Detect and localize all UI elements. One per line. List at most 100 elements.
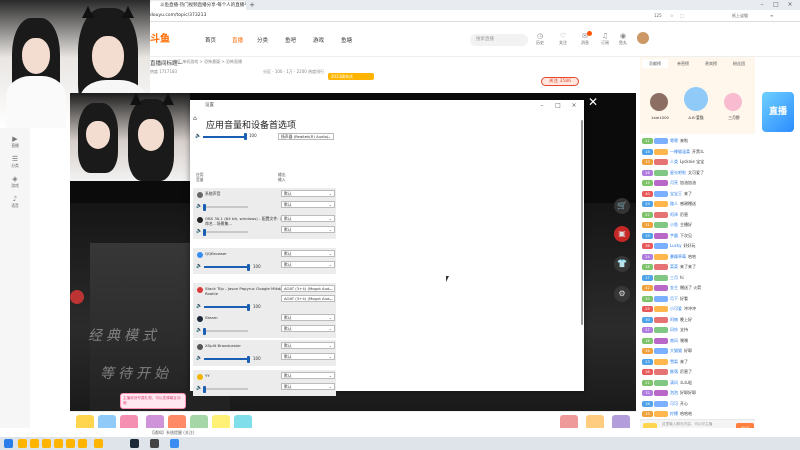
shirt-icon[interactable]: 👕 <box>614 256 630 272</box>
master-volume-thumb[interactable] <box>244 133 247 140</box>
url-field[interactable]: douyu.com/topic/373213 <box>150 12 510 20</box>
taskbar-browser-icon[interactable] <box>170 439 179 448</box>
chat-message[interactable]: 36 Lucky 好好玩 <box>642 241 755 251</box>
bookmark-icon[interactable]: ☆ <box>670 12 674 20</box>
chat-username[interactable]: 宝宝王 <box>670 191 682 196</box>
nav-live[interactable]: 直播 <box>232 36 243 44</box>
chat-username[interactable]: 月下 <box>670 296 678 301</box>
site-logo[interactable]: 斗鱼 <box>150 30 186 45</box>
tab-vip[interactable]: 贵宾榜 <box>698 59 724 68</box>
app-volume-slider[interactable] <box>204 388 248 390</box>
chat-list[interactable]: 21 嗯嗯 来啦 18 一棵猫温柔 开黑么 33 人类 Lycknie 宝宝 26 星光吧啦 太可爱了… <box>640 134 755 419</box>
chat-message[interactable]: 26 星光吧啦 太可爱了 <box>642 168 755 178</box>
app-volume-slider[interactable] <box>204 266 248 268</box>
minimize-window-button[interactable]: – <box>756 0 768 10</box>
app-volume-thumb[interactable] <box>203 228 206 236</box>
rail-item-2[interactable]: ☰ 分类 <box>4 155 26 169</box>
taskbar-app-5-icon[interactable] <box>66 439 75 448</box>
chat-username[interactable]: 星光吧啦 <box>670 170 686 175</box>
chat-message[interactable]: 38 鲸落 厉害了 <box>642 367 755 377</box>
status-notice[interactable]: 【通知】系统提醒 (关注) <box>150 430 194 436</box>
app-volume-thumb[interactable] <box>203 203 206 211</box>
rank-avatar-2[interactable] <box>684 87 708 111</box>
header-history[interactable]: ◷ 历史 <box>532 32 548 46</box>
extensions-icon[interactable]: ⬚ <box>680 12 684 20</box>
app-input-select[interactable]: 默认 ⌄ <box>281 383 335 390</box>
chat-message[interactable]: 33 人类 Lycknie 宝宝 <box>642 157 755 167</box>
nav-fishbar[interactable]: 鱼吧 <box>285 36 296 44</box>
gift-callout[interactable]: 主播收到专属礼物，可以发弹幕互动哦 <box>120 393 186 409</box>
chat-message[interactable]: 18 一棵猫温柔 开黑么 <box>642 147 755 157</box>
chat-message[interactable]: 29 路人 感谢赠送 <box>642 199 755 209</box>
header-fishball[interactable]: ◉ 鱼丸 <box>615 32 631 46</box>
chat-username[interactable]: 芋圆 <box>670 233 678 238</box>
master-output-select[interactable]: 扬声器 (Realtek(R) Audio) ⌄ <box>278 133 334 140</box>
taskbar-app-3-icon[interactable] <box>42 439 51 448</box>
app-input-select[interactable]: 默认 ⌄ <box>281 261 335 268</box>
chat-username[interactable]: 三月 <box>670 275 678 280</box>
chat-username[interactable]: 嗯嗯 <box>670 138 678 143</box>
chat-username[interactable]: 鲸落 <box>670 369 678 374</box>
zoom-level[interactable]: 125 <box>654 12 662 20</box>
chat-message[interactable]: 17 三月 hi <box>642 273 755 283</box>
chat-message[interactable]: 21 清风 么么哒 <box>642 378 755 388</box>
maximize-window-button[interactable]: □ <box>770 0 782 10</box>
app-input-select[interactable]: 默认 ⌄ <box>281 353 335 360</box>
anniversary-tag[interactable]: 2023周年庆 <box>328 73 374 80</box>
chat-username[interactable]: 人类 <box>670 159 678 164</box>
header-subscribe[interactable]: ♫ 订阅 <box>597 32 613 46</box>
app-output-select[interactable]: 默认 ⌄ <box>281 314 335 321</box>
chat-username[interactable]: 可可 <box>670 401 678 406</box>
promo-banner[interactable]: 直播 <box>762 92 794 132</box>
taskbar-app-7-icon[interactable] <box>94 439 103 448</box>
cart-icon[interactable]: 🛒 <box>614 198 630 214</box>
chat-username[interactable]: 月亮 <box>670 180 678 185</box>
app-output-select[interactable]: 默认 ⌄ <box>281 250 335 257</box>
app-input-select[interactable]: 默认 ⌄ <box>281 201 335 208</box>
gear-icon[interactable]: ⚙ <box>614 286 630 302</box>
chat-message[interactable]: 42 金主 赠送了 火箭 <box>642 283 755 293</box>
app-volume-thumb[interactable] <box>247 263 250 271</box>
chat-username[interactable]: 柠檬 <box>670 411 678 416</box>
taskbar-app-6-icon[interactable] <box>78 439 87 448</box>
app-input-select[interactable]: 默认 ⌄ <box>281 325 335 332</box>
chat-username[interactable]: 路人 <box>670 201 678 206</box>
rail-item-3[interactable]: ◈ 游戏 <box>4 175 26 189</box>
app-output-select[interactable]: 默认 ⌄ <box>281 342 335 349</box>
chat-username[interactable]: 南风 <box>670 338 678 343</box>
app-volume-slider[interactable] <box>204 306 248 308</box>
rail-item-1[interactable]: ▶ 直播 <box>4 135 26 149</box>
app-input-select[interactable]: 默认 ⌄ <box>281 226 335 233</box>
nav-home[interactable]: 首页 <box>205 36 216 44</box>
browser-tab[interactable]: 斗鱼直播-热门视频直播分享-每个人的直播平台 <box>150 1 246 10</box>
app-volume-thumb[interactable] <box>247 355 250 363</box>
taskbar-steam-icon[interactable] <box>130 439 139 448</box>
nav-category[interactable]: 分类 <box>257 36 268 44</box>
tab-intimacy[interactable]: 亲密榜 <box>670 59 696 68</box>
taskbar-app-2-icon[interactable] <box>30 439 39 448</box>
search-input[interactable]: 搜索直播 <box>470 34 528 46</box>
tab-fans[interactable]: 粉丝团 <box>726 59 752 68</box>
start-icon[interactable] <box>4 439 13 448</box>
app-volume-thumb[interactable] <box>203 327 206 335</box>
chat-message[interactable]: 34 大猫猫 好耶 <box>642 346 755 356</box>
dialog-close-button[interactable]: × <box>566 101 582 111</box>
chat-message[interactable]: 30 阿楠 晚上好 <box>642 315 755 325</box>
chat-username[interactable]: 阿楠 <box>670 317 678 322</box>
breadcrumb[interactable]: 分区 单机游戏 > 恐怖悬疑 > 恐怖直播 <box>173 59 242 65</box>
app-volume-slider[interactable] <box>204 330 248 332</box>
chat-message[interactable]: 25 小可爱 冲冲冲 <box>642 304 755 314</box>
tab-contribution[interactable]: 贡献榜 <box>642 59 668 68</box>
chat-username[interactable]: 风铃 <box>670 327 678 332</box>
chat-message[interactable]: 20 月下 好看 <box>642 294 755 304</box>
follow-button[interactable]: 关注 3586 <box>541 77 579 86</box>
chat-username[interactable]: 菜菜 <box>670 264 678 269</box>
chat-username[interactable]: 清风 <box>670 380 678 385</box>
chat-message[interactable]: 31 小鱼 主播好 <box>642 220 755 230</box>
chat-username[interactable]: 暴躁草莓 <box>670 254 686 259</box>
chat-message[interactable]: 40 宝宝王 来了 <box>642 189 755 199</box>
nav-pond[interactable]: 鱼塘 <box>341 36 352 44</box>
chat-username[interactable]: 金主 <box>670 285 678 290</box>
close-window-button[interactable]: × <box>784 0 796 10</box>
lock-icon[interactable]: ▣ <box>614 226 630 242</box>
